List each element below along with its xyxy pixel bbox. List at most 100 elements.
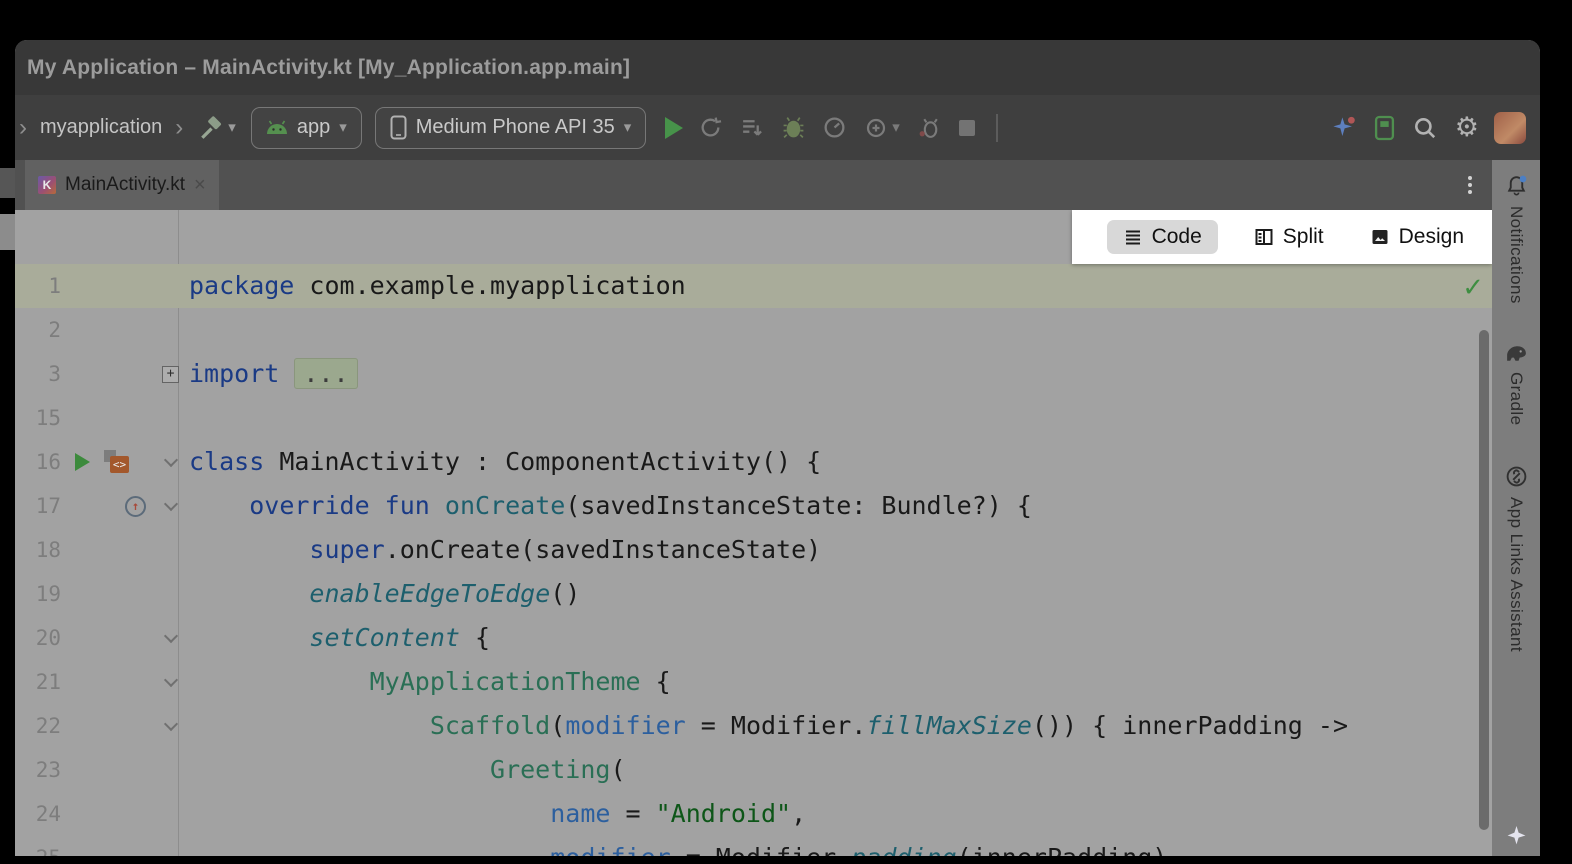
device-selector[interactable]: Medium Phone API 35 ▾: [375, 107, 647, 149]
code-segment: Greeting: [490, 755, 610, 784]
run-configuration-selector[interactable]: app ▾: [251, 107, 362, 149]
run-gutter-icon[interactable]: [75, 453, 90, 471]
class-gutter-icon[interactable]: <>: [104, 450, 130, 474]
code-line[interactable]: 17 ↑ override fun onCreate(savedInstanceS…: [15, 484, 1492, 528]
line-number[interactable]: 17: [15, 484, 65, 528]
fold-collapse-icon[interactable]: [163, 497, 177, 511]
debug-app-button[interactable]: [780, 113, 807, 142]
line-number[interactable]: 21: [15, 660, 65, 704]
code-text[interactable]: MyApplicationTheme {: [182, 660, 671, 704]
code-segment: super: [309, 535, 384, 564]
stop-app-button[interactable]: [957, 118, 977, 138]
line-number[interactable]: 20: [15, 616, 65, 660]
split-view-button[interactable]: Split: [1244, 220, 1334, 254]
code-line[interactable]: 15: [15, 396, 1492, 440]
code-line[interactable]: 24 name = "Android",: [15, 792, 1492, 836]
code-segment: fillMaxSize: [866, 711, 1032, 740]
code-line[interactable]: 19 enableEdgeToEdge(): [15, 572, 1492, 616]
run-options-dropdown[interactable]: ▾: [862, 114, 902, 142]
fold-column: [159, 308, 182, 352]
android-studio-window: My Application – MainActivity.kt [My_App…: [0, 0, 1572, 864]
fold-collapse-icon[interactable]: [163, 717, 177, 731]
close-tab-icon[interactable]: ×: [194, 175, 206, 195]
code-text[interactable]: package com.example.myapplication: [182, 264, 686, 308]
code-line[interactable]: 25 modifier = Modifier.padding(innerPadd…: [15, 836, 1492, 856]
editor-scrollbar[interactable]: [1479, 330, 1489, 830]
code-text[interactable]: [182, 308, 189, 352]
fold-collapse-icon[interactable]: [163, 673, 177, 687]
code-line[interactable]: 23 Greeting(: [15, 748, 1492, 792]
code-text[interactable]: override fun onCreate(savedInstanceState…: [182, 484, 1032, 528]
line-number[interactable]: 15: [15, 396, 65, 440]
line-number[interactable]: 23: [15, 748, 65, 792]
line-number[interactable]: 18: [15, 528, 65, 572]
line-number[interactable]: 24: [15, 792, 65, 836]
fold-column: [159, 440, 182, 484]
code-text[interactable]: name = "Android",: [182, 792, 806, 836]
ai-assistant-button[interactable]: [1328, 112, 1359, 143]
running-devices-button[interactable]: [1372, 113, 1397, 143]
line-number[interactable]: 1: [15, 264, 65, 308]
code-text[interactable]: super.onCreate(savedInstanceState): [182, 528, 821, 572]
line-number[interactable]: 19: [15, 572, 65, 616]
code-line[interactable]: 1 package com.example.myapplication: [15, 264, 1492, 308]
breadcrumb-project[interactable]: myapplication: [40, 116, 162, 139]
code-line[interactable]: 3 +import ...: [15, 352, 1492, 396]
override-method-gutter-icon[interactable]: ↑: [125, 496, 146, 517]
design-view-button[interactable]: Design: [1360, 220, 1474, 254]
attach-debugger-button[interactable]: [915, 113, 944, 142]
code-segment: [189, 755, 490, 784]
code-text[interactable]: enableEdgeToEdge(): [182, 572, 580, 616]
gutter-icons: [65, 352, 159, 396]
gutter-icons: ↑: [65, 484, 159, 528]
code-segment: [189, 711, 430, 740]
code-segment: com.example.myapplication: [294, 271, 685, 300]
code-view-button[interactable]: Code: [1107, 220, 1218, 254]
tool-button-gradle[interactable]: Gradle: [1504, 344, 1529, 425]
line-number[interactable]: 3: [15, 352, 65, 396]
apply-code-changes-button[interactable]: [738, 113, 767, 142]
profiler-button[interactable]: [820, 113, 849, 142]
fold-collapse-icon[interactable]: [163, 629, 177, 643]
tool-button-app-links-assistant[interactable]: App Links Assistant: [1505, 465, 1528, 652]
code-text[interactable]: [182, 396, 189, 440]
tab-mainactivity[interactable]: K MainActivity.kt ×: [25, 160, 219, 210]
code-segment: MainActivity : ComponentActivity() {: [264, 447, 821, 476]
build-project-button[interactable]: ▾: [196, 113, 238, 143]
code-text[interactable]: modifier = Modifier.padding(innerPadding…: [182, 836, 1167, 856]
device-phone-icon: [390, 115, 407, 140]
fold-collapse-icon[interactable]: [163, 453, 177, 467]
code-line[interactable]: 20 setContent {: [15, 616, 1492, 660]
design-icon: [1370, 227, 1390, 247]
gutter-icons: [65, 792, 159, 836]
line-number[interactable]: 25: [15, 836, 65, 856]
line-number[interactable]: 16: [15, 440, 65, 484]
code-text[interactable]: setContent {: [182, 616, 490, 660]
line-number[interactable]: 22: [15, 704, 65, 748]
code-text[interactable]: Greeting(: [182, 748, 626, 792]
user-avatar[interactable]: [1494, 112, 1526, 144]
code-segment: override fun: [249, 491, 430, 520]
inspections-ok-check-icon[interactable]: ✓: [1462, 272, 1484, 303]
code-line[interactable]: 22 Scaffold(modifier = Modifier.fillMaxS…: [15, 704, 1492, 748]
settings-button[interactable]: ⚙: [1453, 112, 1481, 143]
gemini-sparkle-icon[interactable]: [1506, 825, 1527, 846]
clipped-left-panel-edge: [0, 214, 15, 250]
code-text[interactable]: class MainActivity : ComponentActivity()…: [182, 440, 821, 484]
code-text[interactable]: Scaffold(modifier = Modifier.fillMaxSize…: [182, 704, 1348, 748]
run-app-button[interactable]: [665, 117, 683, 139]
line-number[interactable]: 2: [15, 308, 65, 352]
tab-options-kebab-icon[interactable]: [1464, 172, 1476, 198]
code-text[interactable]: import ...: [182, 352, 358, 396]
fold-expand-icon[interactable]: +: [162, 366, 179, 383]
search-everywhere-button[interactable]: [1410, 113, 1440, 143]
code-line[interactable]: 21 MyApplicationTheme {: [15, 660, 1492, 704]
code-line[interactable]: 16 <> class MainActivity : ComponentActivi…: [15, 440, 1492, 484]
split-icon: [1254, 227, 1274, 247]
code-line[interactable]: 18 super.onCreate(savedInstanceState): [15, 528, 1492, 572]
code-editor[interactable]: 1 package com.example.myapplication 23 +imp…: [15, 210, 1492, 856]
code-line[interactable]: 2: [15, 308, 1492, 352]
code-segment: [279, 359, 294, 388]
apply-changes-restart-button[interactable]: [696, 113, 725, 142]
tool-button-notifications[interactable]: Notifications: [1505, 174, 1528, 304]
